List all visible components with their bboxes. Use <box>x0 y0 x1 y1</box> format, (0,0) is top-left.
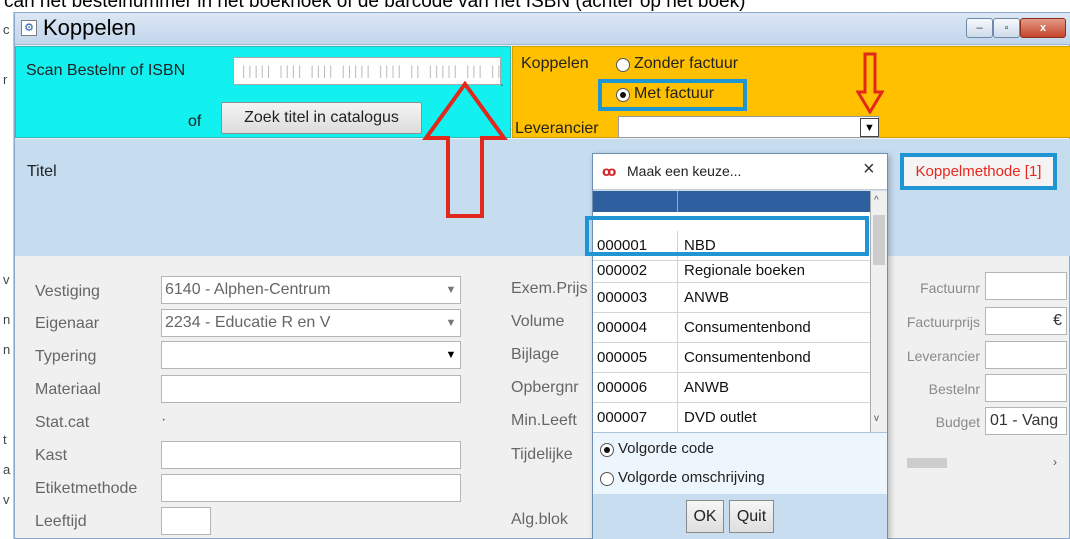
title-bar: ⚙ Koppelen – ▫ x <box>15 13 1070 45</box>
koppelen-window: ⚙ Koppelen – ▫ x Scan Bestelnr of ISBN |… <box>14 12 1070 539</box>
typering-select[interactable] <box>161 341 461 369</box>
kast-field[interactable] <box>161 441 461 469</box>
app-logo-icon: ꝏ <box>602 164 617 179</box>
titel-band: Titel Koppelmethode [1] <box>15 139 1070 256</box>
scroll-up-icon[interactable]: ^ <box>874 195 879 206</box>
scan-panel: Scan Bestelnr of ISBN ||||| |||| |||| ||… <box>15 46 511 138</box>
materiaal-field[interactable] <box>161 375 461 403</box>
close-button[interactable]: x <box>1020 18 1066 38</box>
maximize-button[interactable]: ▫ <box>993 18 1020 38</box>
popup-header: ꝏ Maak een keuze... × <box>593 154 887 190</box>
list-item-name: ANWB <box>684 289 729 306</box>
koppelmethode-button[interactable]: Koppelmethode [1] <box>900 153 1057 190</box>
desktop-left-strip: c r v n n t a v <box>0 12 14 539</box>
statcat-value: · <box>161 411 167 428</box>
vestiging-select[interactable]: 6140 - Alphen-Centrum <box>161 276 461 304</box>
list-item-name: Consumentenbond <box>684 349 811 366</box>
list-item[interactable]: 000006 ANWB <box>593 373 870 403</box>
sort-code-radio[interactable] <box>600 443 614 457</box>
list-item-code: 000007 <box>597 409 648 426</box>
chevron-down-icon[interactable]: ▼ <box>443 277 459 303</box>
zonder-factuur-label[interactable]: Zonder factuur <box>634 55 738 73</box>
etiketmethode-field[interactable] <box>161 474 461 502</box>
scan-dot: . <box>500 73 504 89</box>
koppelen-label: Koppelen <box>521 55 589 72</box>
app-icon: ⚙ <box>21 20 37 36</box>
typering-label: Typering <box>35 348 97 365</box>
exem-prijs-label: Exem.Prijs <box>511 280 588 297</box>
quit-button[interactable]: Quit <box>729 500 774 533</box>
ok-button[interactable]: OK <box>686 500 724 533</box>
list-item-code: 000005 <box>597 349 648 366</box>
eigenaar-label: Eigenaar <box>35 315 100 332</box>
sort-omschrijving-radio[interactable] <box>600 472 614 486</box>
list-item-code: 000002 <box>597 262 648 279</box>
list-item[interactable]: 000007 DVD outlet <box>593 403 870 432</box>
met-factuur-radio[interactable] <box>616 88 630 102</box>
list-item[interactable]: 000005 Consumentenbond <box>593 343 870 373</box>
tijdelijke-label: Tijdelijke <box>511 446 573 463</box>
sort-options: Volgorde code Volgorde omschrijving <box>593 432 887 494</box>
eigenaar-select[interactable]: 2234 - Educatie R en V <box>161 309 461 337</box>
factuurnr-field[interactable] <box>985 272 1067 300</box>
keuze-popup: ꝏ Maak een keuze... × 000001 NBD 000002 … <box>592 153 888 539</box>
scan-label: Scan Bestelnr of ISBN <box>26 62 186 79</box>
chevron-down-icon[interactable]: ▼ <box>443 310 459 336</box>
minimize-button[interactable]: – <box>966 18 993 38</box>
alg-blok-label: Alg.blok <box>511 511 568 528</box>
factuurprijs-field[interactable]: € <box>985 307 1067 335</box>
right-leverancier-field[interactable] <box>985 341 1067 369</box>
scan-isbn-input[interactable]: ||||| |||| |||| ||||| |||| || ||||| ||| … <box>233 57 501 85</box>
opbergnr-label: Opbergnr <box>511 379 579 396</box>
list-scrollbar[interactable]: ^ v <box>871 191 887 432</box>
scroll-thumb[interactable] <box>873 215 885 265</box>
list-item-name: DVD outlet <box>684 409 757 426</box>
leeftijd-field[interactable] <box>161 507 211 535</box>
list-item[interactable]: 000003 ANWB <box>593 283 870 313</box>
zoek-titel-button[interactable]: Zoek titel in catalogus <box>221 102 422 134</box>
horizontal-scrollbar[interactable]: ‹ › <box>877 453 1067 473</box>
koppelen-panel: Koppelen Zonder factuur Met factuur Leve… <box>512 46 1070 138</box>
list-header-code[interactable] <box>593 191 678 212</box>
statcat-label: Stat.cat <box>35 414 90 431</box>
titel-label: Titel <box>27 163 57 180</box>
leeftijd-label: Leeftijd <box>35 513 87 530</box>
scroll-down-icon[interactable]: v <box>874 413 879 424</box>
chevron-down-icon[interactable]: ▼ <box>443 342 459 368</box>
bijlage-label: Bijlage <box>511 346 560 363</box>
leverancier-combobox[interactable] <box>618 116 879 138</box>
kast-label: Kast <box>35 447 68 464</box>
window-title: Koppelen <box>43 15 136 40</box>
leverancier-label: Leverancier <box>515 120 599 137</box>
list-header-name[interactable] <box>678 191 870 212</box>
list-item[interactable]: 000004 Consumentenbond <box>593 313 870 343</box>
popup-title: Maak een keuze... <box>627 163 742 179</box>
materiaal-label: Materiaal <box>35 381 101 398</box>
budget-field[interactable]: 01 - Vang <box>985 407 1067 435</box>
vestiging-label: Vestiging <box>35 283 100 300</box>
met-factuur-label[interactable]: Met factuur <box>634 85 714 103</box>
sort-omschrijving-label[interactable]: Volgorde omschrijving <box>618 469 765 486</box>
selected-row-highlight <box>585 216 869 256</box>
sort-code-label[interactable]: Volgorde code <box>618 440 714 457</box>
list-item-name: ANWB <box>684 379 729 396</box>
volume-label: Volume <box>511 313 565 330</box>
zonder-factuur-radio[interactable] <box>616 58 630 72</box>
scroll-thumb[interactable] <box>907 458 947 468</box>
popup-footer: OK Quit <box>593 494 887 539</box>
scroll-right-icon[interactable]: › <box>1053 455 1057 469</box>
or-label: of <box>188 113 202 130</box>
etiketmethode-label: Etiketmethode <box>35 480 138 497</box>
list-item[interactable]: 000002 Regionale boeken <box>593 261 870 283</box>
list-item-code: 000004 <box>597 319 648 336</box>
list-item-code: 000003 <box>597 289 648 306</box>
list-item-name: Consumentenbond <box>684 319 811 336</box>
close-icon[interactable]: × <box>863 158 875 181</box>
chevron-down-icon[interactable]: ▼ <box>860 118 879 137</box>
list-item-code: 000006 <box>597 379 648 396</box>
bestelnr-field[interactable] <box>985 374 1067 402</box>
min-leeft-label: Min.Leeft <box>511 412 577 429</box>
list-item-name: Regionale boeken <box>684 262 805 279</box>
list-header <box>593 191 870 212</box>
